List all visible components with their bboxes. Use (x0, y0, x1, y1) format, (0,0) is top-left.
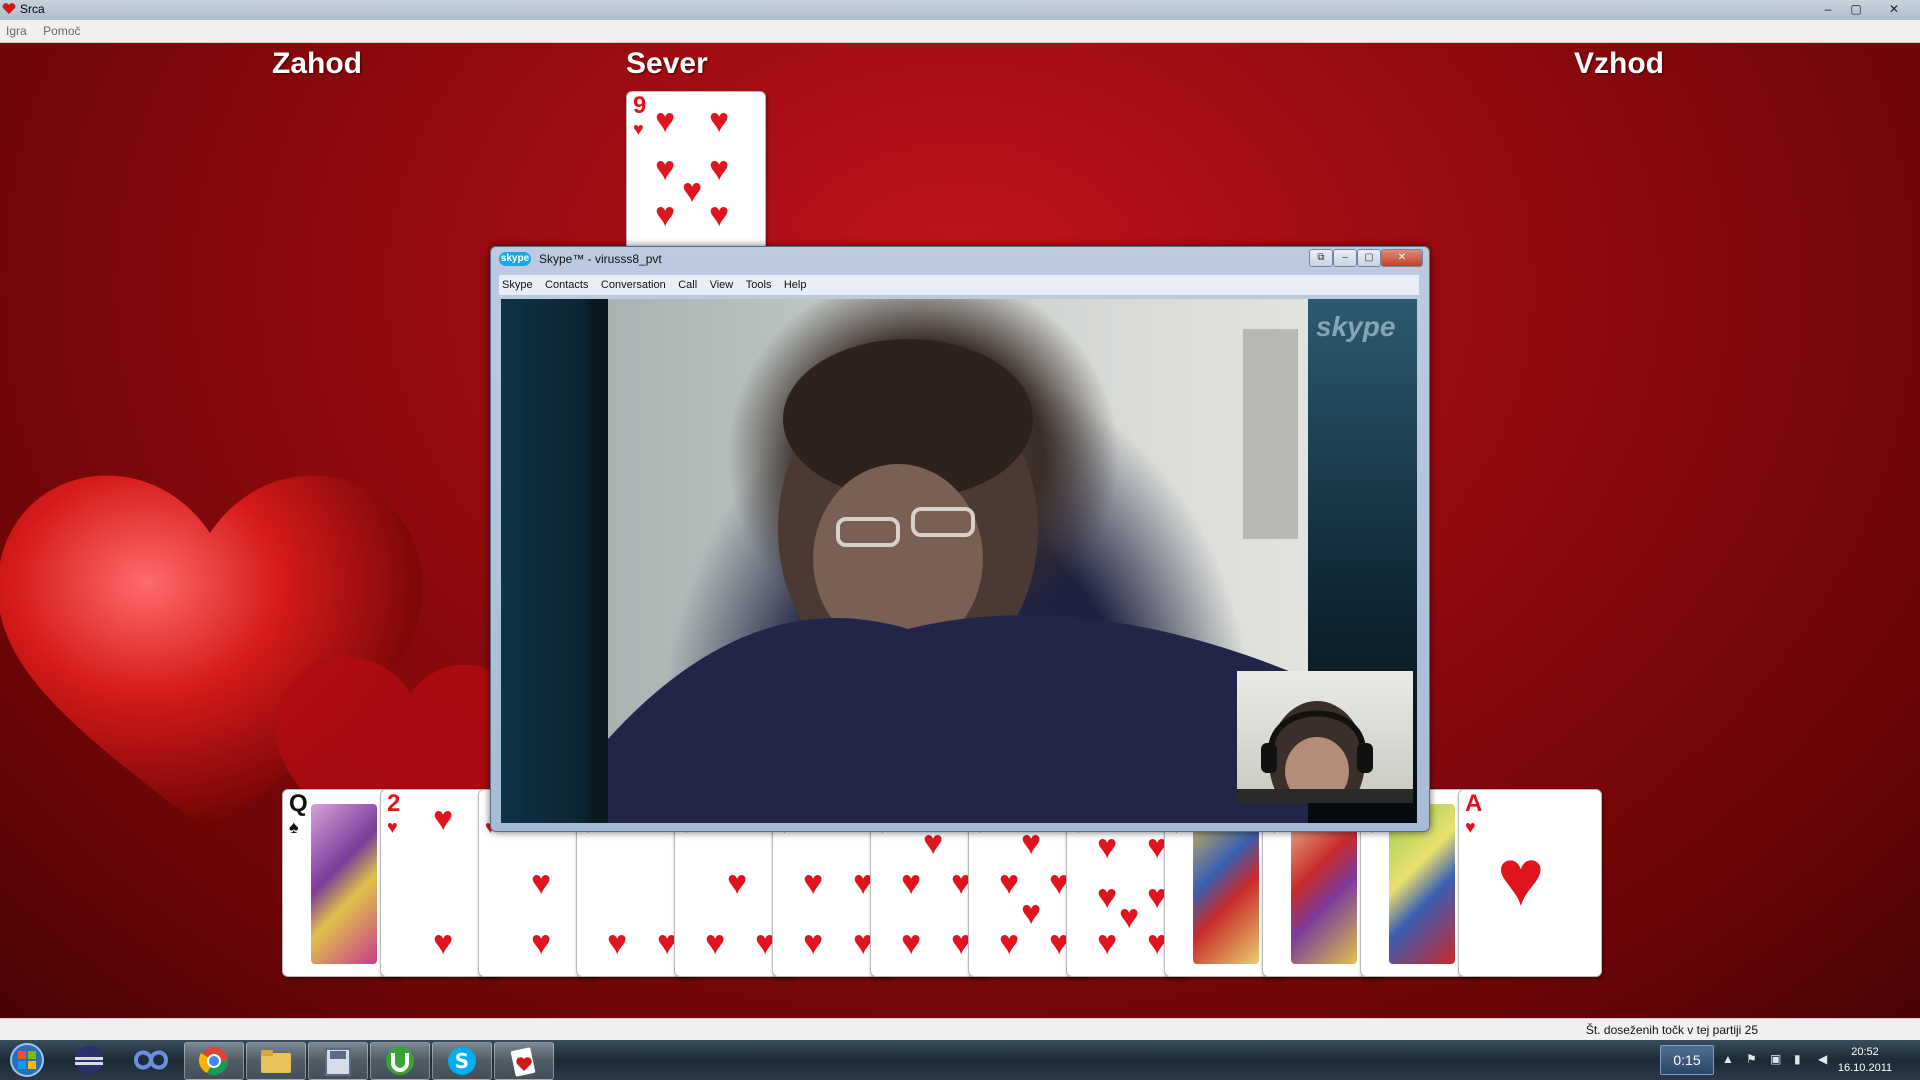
hearts-taskbar-icon[interactable] (494, 1042, 554, 1080)
menu-bar: Igra Pomoč (0, 20, 1920, 43)
skype-menu-contacts[interactable]: Contacts (542, 276, 593, 291)
taskbar: S 0:15 ▲ ⚑ ▣ ▮ ◀ 20:52 16.10.2011 (0, 1040, 1920, 1080)
tray-flag-icon[interactable]: ⚑ (1746, 1052, 1757, 1066)
score-status-text: Št. doseženih točk v tej partiji 25 (1585, 1023, 1758, 1037)
skype-close-button[interactable]: ✕ (1381, 249, 1423, 267)
network-icon[interactable]: ▮ (1794, 1052, 1801, 1066)
skype-taskbar-icon[interactable]: S (432, 1042, 492, 1080)
skype-window-title: Skype™ - virusss8_pvt (539, 252, 662, 266)
clock-time: 20:52 (1851, 1046, 1879, 1058)
skype-menu-help[interactable]: Help (781, 276, 812, 291)
skype-watermark: skype (1316, 311, 1396, 342)
infinity-icon[interactable] (122, 1042, 180, 1078)
utorrent-icon[interactable] (370, 1042, 430, 1080)
skype-menu-tools[interactable]: Tools (743, 276, 777, 291)
maximize-button[interactable]: ▢ (1842, 0, 1870, 18)
local-person-image (1237, 701, 1413, 803)
minimize-button[interactable]: – (1814, 0, 1842, 18)
queen-face-art (311, 804, 377, 964)
skype-menu-call[interactable]: Call (675, 276, 702, 291)
skype-minimize-button[interactable]: – (1333, 249, 1357, 267)
card-suit: ♠ (289, 817, 299, 837)
hand-card-ace-hearts[interactable]: A ♥ ♥ (1458, 789, 1602, 977)
close-button[interactable]: ✕ (1880, 0, 1908, 18)
card-suit: ♥ (387, 817, 398, 837)
volume-icon[interactable]: ◀ (1818, 1052, 1827, 1066)
card-rank: 9 (633, 92, 647, 119)
window-title: Srca (20, 2, 45, 16)
svg-text:S: S (455, 1049, 469, 1073)
player-west-label: Zahod (272, 47, 362, 80)
video-call-area[interactable]: skype (501, 299, 1417, 823)
skype-window: skype Skype™ - virusss8_pvt ⧉ – ▢ ✕ Skyp… (490, 246, 1430, 832)
remote-video-feed (608, 299, 1308, 823)
card-rank: A (1465, 790, 1483, 817)
status-bar: Št. doseženih točk v tej partiji 25 (0, 1018, 1920, 1041)
file-explorer-icon[interactable] (246, 1042, 306, 1080)
media-icon[interactable] (308, 1042, 368, 1080)
skype-titlebar: skype Skype™ - virusss8_pvt ⧉ – ▢ ✕ (491, 247, 1429, 269)
skype-menu-bar: Skype Contacts Conversation Call View To… (499, 275, 1419, 296)
window-titlebar: Srca – ▢ ✕ (0, 0, 1920, 21)
skype-maximize-button[interactable]: ▢ (1357, 249, 1381, 267)
self-video-preview[interactable] (1237, 671, 1413, 803)
skype-compact-button[interactable]: ⧉ (1309, 249, 1333, 267)
call-timer[interactable]: 0:15 (1660, 1045, 1714, 1075)
skype-logo-icon: skype (499, 252, 531, 266)
remote-person-image (608, 329, 1308, 823)
hearts-app-icon (2, 3, 16, 15)
menu-pomoc[interactable]: Pomoč (37, 20, 86, 38)
skype-menu-conversation[interactable]: Conversation (598, 276, 671, 291)
tray-expand-icon[interactable]: ▲ (1722, 1052, 1734, 1066)
tray-device-icon[interactable]: ▣ (1770, 1052, 1781, 1066)
eclipse-icon[interactable] (60, 1042, 118, 1078)
card-suit: ♥ (633, 119, 644, 139)
chrome-icon[interactable] (184, 1042, 244, 1080)
card-rank: Q (289, 790, 308, 817)
card-rank: 2 (387, 790, 401, 817)
system-clock[interactable]: 20:52 16.10.2011 (1835, 1044, 1895, 1076)
skype-menu-view[interactable]: View (707, 276, 739, 291)
menu-igra[interactable]: Igra (0, 20, 33, 38)
player-east-label: Vzhod (1574, 47, 1664, 80)
card-suit: ♥ (1465, 817, 1476, 837)
start-button-icon[interactable] (2, 1042, 52, 1078)
player-north-label: Sever (626, 47, 708, 80)
clock-date: 16.10.2011 (1837, 1062, 1893, 1074)
skype-menu-skype[interactable]: Skype (499, 276, 538, 291)
